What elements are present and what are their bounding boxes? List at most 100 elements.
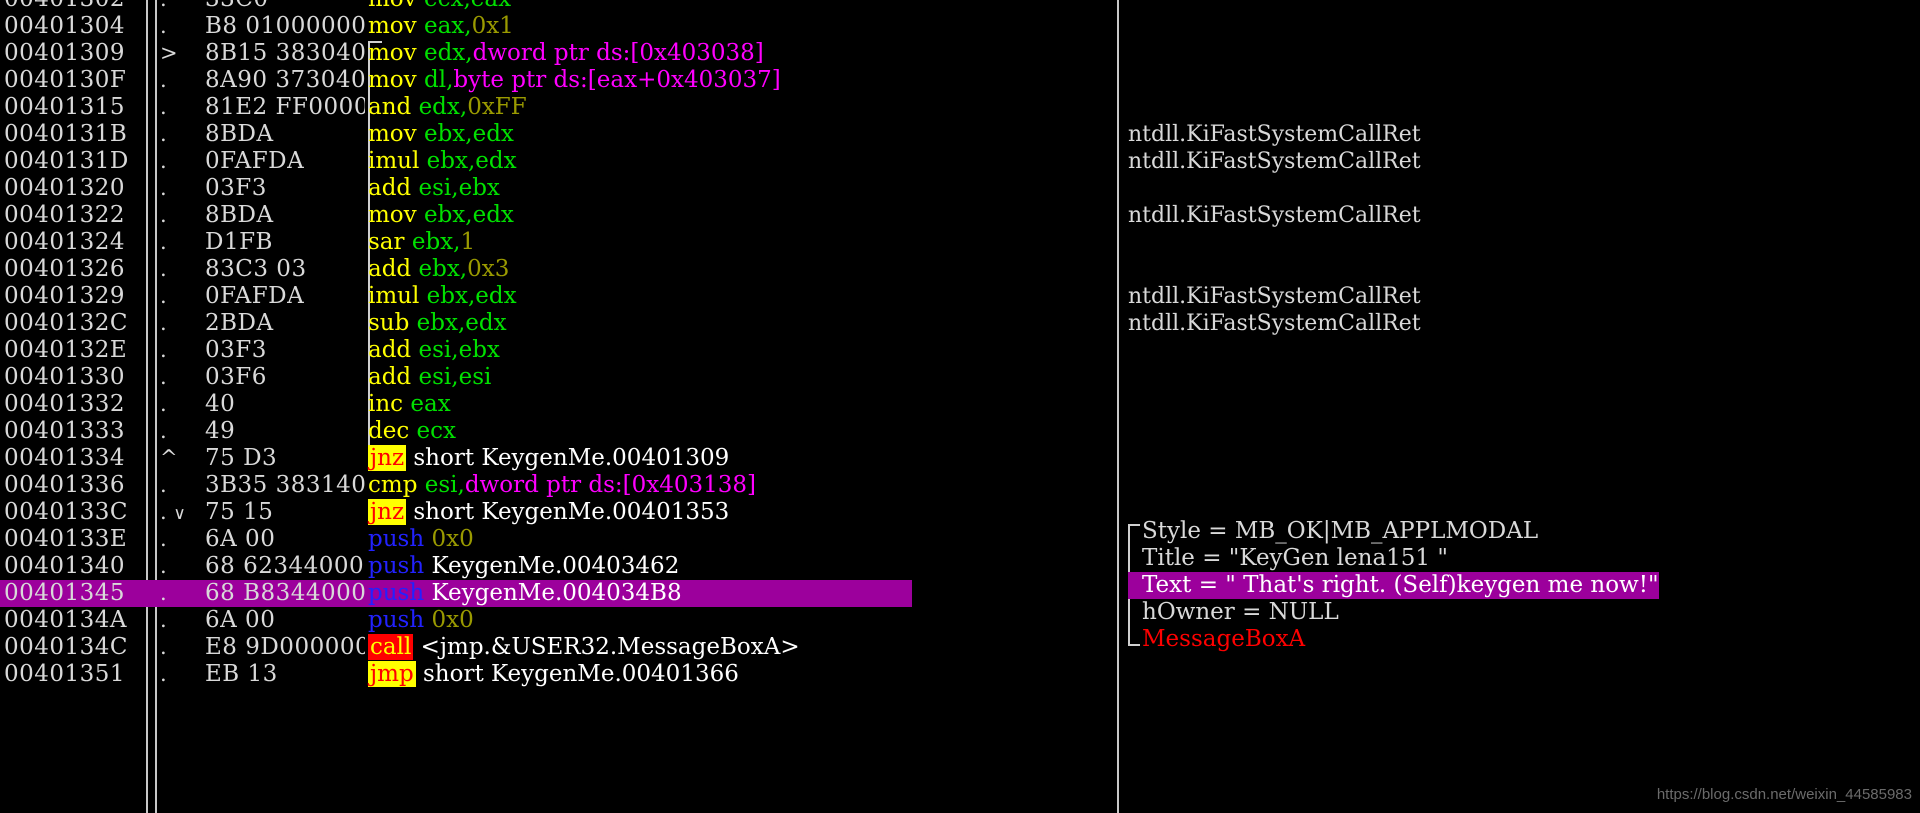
row-instruction: add esi,esi [368,364,491,391]
instruction-token: ebx [418,256,460,282]
row-opcode-bytes: 8BDA [205,202,274,228]
row-instruction: push 0x0 [368,607,474,634]
row-instruction: jnz short KeygenMe.00401353 [368,499,729,526]
disassembly-row[interactable]: 00401330. 03F6 add esi,esi [0,364,1920,391]
row-address: 00401329 [4,283,126,309]
instruction-token: mov [368,13,424,39]
row-instruction: add ebx,0x3 [368,256,509,283]
instruction-token: ecx [416,418,456,444]
row-instruction: add esi,ebx [368,175,500,202]
instruction-token: mov [368,121,424,147]
row-opcode-bytes: 8BDA [205,121,274,147]
disassembly-row[interactable]: 0040131D. 0FAFDA imul ebx,edx ntdll.KiFastS… [0,148,1920,175]
row-instruction: mov ebx,edx [368,121,514,148]
row-opcode-bytes: 75 D3 [205,445,278,471]
row-instruction: call <jmp.&USER32.MessageBoxA> [368,634,800,661]
row-analysis-mark: . [160,608,167,632]
disassembly-row[interactable]: 00401351. EB 13 jmp short KeygenMe.0040136… [0,661,1920,688]
instruction-token: , [464,13,472,39]
row-instruction: and edx,0xFF [368,94,527,121]
disassembly-row[interactable]: 0040131B. 8BDA mov ebx,edx ntdll.KiFastSyst… [0,121,1920,148]
row-comment: ntdll.KiFastSystemCallRet [1128,203,1421,228]
disassembly-row[interactable]: 00401332. 40 inc eax [0,391,1920,418]
instruction-token: dword ptr ds:[0x403138] [464,472,757,498]
instruction-token: short KeygenMe.00401309 [406,445,730,471]
disassembly-row[interactable]: 00401302.33C0mov ecx,eax [0,0,1920,13]
row-analysis-mark: . [160,284,167,308]
disassembly-row[interactable]: 00401336. 3B35 38314000cmp esi,dword ptr … [0,472,1920,499]
row-analysis-mark: . [160,311,167,335]
row-address: 00401336 [4,472,126,498]
row-analysis-mark: . [160,581,167,605]
row-analysis-mark: . [160,473,167,497]
disassembly-row[interactable]: 00401320. 03F3 add esi,ebx [0,175,1920,202]
row-instruction: mov dl,byte ptr ds:[eax+0x403037] [368,67,781,94]
row-instruction: push KeygenMe.00403462 [368,553,679,580]
disassembly-row[interactable]: 00401309 >8B15 38304000mov edx,dword ptr … [0,40,1920,67]
instruction-token: push [368,580,432,606]
row-opcode-bytes: 6A 00 [205,607,276,633]
row-address: 00401340 [4,553,126,579]
disassembly-row[interactable]: 0040130F. 8A90 37304000mov dl,byte ptr ds… [0,67,1920,94]
row-address: 00401351 [4,661,126,687]
row-instruction: inc eax [368,391,451,418]
instruction-token: ebx [423,202,466,228]
row-opcode-bytes: 68 B8344000 [205,580,365,606]
row-analysis-mark: . ∨ [160,500,186,524]
row-analysis-mark: . [160,419,167,443]
api-argument-line: Title = "KeyGen lena151 " [1142,545,1448,571]
disassembly-row[interactable]: 00401334 ^ 75 D3 jnz short KeygenMe.0040130… [0,445,1920,472]
row-opcode-bytes: EB 13 [205,661,278,687]
row-opcode-bytes: 68 62344000 [205,553,365,579]
instruction-token: short KeygenMe.00401366 [415,661,739,687]
instruction-token: ecx [424,0,463,12]
instruction-token: , [463,0,470,12]
instruction-token: <jmp.&USER32.MessageBoxA> [413,634,800,660]
disassembly-row[interactable]: 00401324. D1FB sar ebx,1 [0,229,1920,256]
row-opcode-bytes: 33C0 [205,0,365,13]
row-address: 0040130F [4,67,127,93]
row-address: 00401345 [4,580,126,606]
row-instruction: sub ebx,edx [368,310,507,337]
instruction-token: sub [368,310,417,336]
row-instruction: jmp short KeygenMe.00401366 [368,661,739,688]
instruction-token: imul [368,283,427,309]
disassembly-row[interactable]: 0040132C. 2BDA sub ebx,edx ntdll.KiFastSyst… [0,310,1920,337]
instruction-token: edx [472,121,514,147]
disassembly-row[interactable]: 00401329. 0FAFDA imul ebx,edx ntdll.KiFastS… [0,283,1920,310]
instruction-token: ebx [458,175,500,201]
row-address: 0040133C [4,499,129,525]
row-instruction: imul ebx,edx [368,148,517,175]
api-argument-line: Style = MB_OK|MB_APPLMODAL [1142,518,1539,544]
row-comment: ntdll.KiFastSystemCallRet [1128,311,1421,336]
row-opcode-bytes: 03F6 [205,364,267,390]
instruction-token: mov [368,40,424,66]
row-analysis-mark: . [160,68,167,92]
row-opcode-bytes: 0FAFDA [205,148,305,174]
instruction-token: edx [465,310,507,336]
instruction-token: inc [368,391,411,417]
row-instruction: mov edx,dword ptr ds:[0x403038] [368,40,764,67]
row-opcode-bytes: 0FAFDA [205,283,305,309]
instruction-token: add [368,364,419,390]
disassembly-pane[interactable]: 00401302.33C0mov ecx,eax00401304.B8 0100… [0,0,1920,813]
row-opcode-bytes: 49 [205,418,236,444]
row-address: 00401302 [4,0,142,13]
instruction-token: short KeygenMe.00401353 [406,499,730,525]
row-instruction: mov eax,0x1 [368,13,514,40]
disassembly-row[interactable]: 00401322. 8BDA mov ebx,edx ntdll.KiFastSyst… [0,202,1920,229]
instruction-token: eax [471,0,511,12]
row-opcode-bytes: 3B35 38314000 [205,472,365,498]
instruction-token: , [457,472,465,498]
disassembly-row[interactable]: 00401315. 81E2 FF000000and edx,0xFF [0,94,1920,121]
api-call-name: MessageBoxA [1142,626,1306,652]
row-instruction: dec ecx [368,418,456,445]
instruction-token: mov [368,0,424,12]
disassembly-row[interactable]: 0040132E. 03F3 add esi,ebx [0,337,1920,364]
api-argument-line: Text = " That's right. (Self)keygen me n… [1128,572,1659,599]
disassembly-row[interactable]: 00401333. 49 dec ecx [0,418,1920,445]
instruction-token: dword ptr ds:[0x403038] [472,40,764,66]
disassembly-row[interactable]: 00401326. 83C3 03 add ebx,0x3 [0,256,1920,283]
disassembly-row[interactable]: 00401304. B8 01000000 mov eax,0x1 [0,13,1920,40]
instruction-token: cmp [368,472,425,498]
